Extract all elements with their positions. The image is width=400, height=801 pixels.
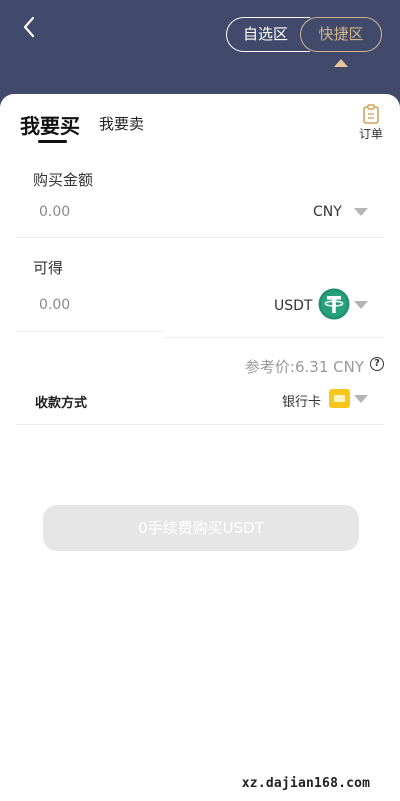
orders-button[interactable]: 订单 bbox=[356, 104, 386, 142]
divider bbox=[164, 337, 384, 338]
question-circle-icon[interactable]: ? bbox=[370, 357, 384, 371]
tab-active-underline bbox=[38, 140, 67, 143]
payment-method-value[interactable]: 银行卡 bbox=[282, 391, 321, 410]
zone-switch: 自选区 快捷区 bbox=[226, 17, 382, 52]
orders-label: 订单 bbox=[358, 127, 383, 141]
reference-price: 参考价:6.31 CNY bbox=[244, 358, 364, 376]
amount-currency-dropdown-icon[interactable] bbox=[354, 208, 368, 216]
tab-sell[interactable]: 我要卖 bbox=[99, 113, 144, 134]
tab-optional-zone[interactable]: 自选区 bbox=[226, 17, 310, 52]
divider bbox=[16, 237, 384, 238]
tab-buy[interactable]: 我要买 bbox=[20, 110, 80, 139]
payment-method-label: 收款方式 bbox=[35, 396, 88, 411]
receive-input[interactable]: 0.00 bbox=[39, 297, 70, 313]
payment-method-dropdown-icon[interactable] bbox=[354, 395, 368, 403]
watermark-text: xz.dajian168.com bbox=[220, 772, 392, 796]
tether-icon bbox=[318, 288, 350, 320]
back-button[interactable] bbox=[18, 14, 42, 42]
trade-panel bbox=[0, 94, 400, 801]
divider bbox=[16, 331, 164, 332]
divider bbox=[16, 424, 384, 425]
amount-label: 购买金额 bbox=[33, 171, 94, 189]
receive-currency[interactable]: USDT bbox=[274, 298, 312, 314]
tab-quick-zone[interactable]: 快捷区 bbox=[300, 17, 382, 52]
buy-usdt-button[interactable]: 0手续费购买USDT bbox=[43, 505, 359, 551]
receive-label: 可得 bbox=[33, 259, 64, 277]
chevron-left-icon bbox=[23, 16, 35, 38]
active-zone-indicator bbox=[334, 59, 348, 67]
bank-card-icon bbox=[329, 389, 350, 408]
amount-currency[interactable]: CNY bbox=[313, 204, 342, 220]
clipboard-order-icon bbox=[363, 104, 379, 124]
amount-input[interactable]: 0.00 bbox=[39, 204, 70, 220]
receive-currency-dropdown-icon[interactable] bbox=[354, 301, 368, 309]
